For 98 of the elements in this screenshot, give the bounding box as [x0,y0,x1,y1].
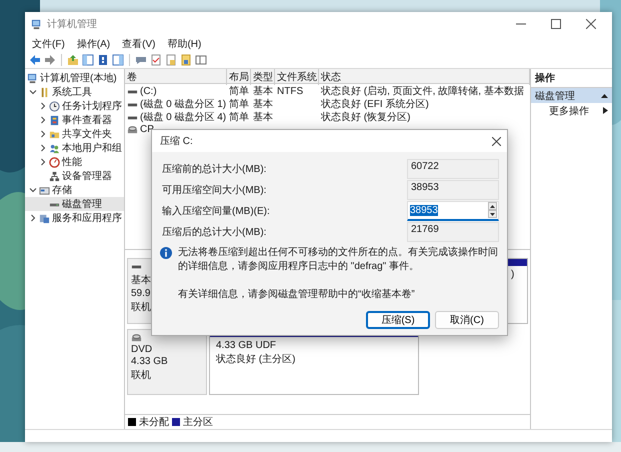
disk-info-text: 联机 [131,300,151,314]
info-icon [160,247,172,259]
chevron-icon[interactable] [39,116,47,124]
submenu-arrow-icon [603,107,608,114]
table-cell-text: 状态良好 (EFI 系统分区) [320,98,430,111]
tree-item[interactable]: 性能 [25,155,124,169]
field-label: 输入压缩空间量(MB)(E): [162,204,271,218]
users-icon [49,142,60,154]
collapse-arrow-icon [601,93,608,98]
disk-info-text: 59.9 [131,288,150,299]
computer-icon [31,18,42,30]
table-cell: (磁盘 0 磁盘分区 1) [125,97,227,111]
gauge-icon [49,156,60,168]
info-text: 无法将卷压缩到超出任何不可移动的文件所在的点。有关完成该操作时间的详细信息，请参阅应用程序日志中的 "defrag" 事件。 [178,246,499,273]
chevron-icon[interactable] [39,130,47,138]
cd-drive-icon [131,332,142,343]
close-icon[interactable] [492,136,501,146]
tree-root[interactable]: 计算机管理(本地) [25,71,124,85]
device-tree-icon [49,170,60,182]
legend-label: 未分配 [139,416,169,429]
readonly-field: 60722 [407,158,499,178]
input-field[interactable]: 38953 [407,200,499,220]
dialog-button[interactable]: 压缩(S) [366,311,430,329]
readonly-field: 21769 [407,222,499,242]
partition-text: ) [511,269,514,280]
field-label: 可用压缩空间大小(MB): [162,184,268,196]
table-cell: (磁盘 0 磁盘分区 4) [125,110,227,124]
spin-down-button[interactable] [488,210,497,218]
column-header[interactable]: 布局 [227,69,251,85]
folder-up-icon[interactable] [67,54,79,66]
storage-icon [39,184,50,196]
checklist-icon[interactable] [150,54,162,66]
back-arrow-icon[interactable] [29,54,41,66]
window-icon[interactable] [195,54,207,66]
disk-info-text: DVD [131,344,152,355]
menu-item[interactable]: 查看(V) [121,36,156,50]
table-cell-text: NTFS [276,86,304,96]
table-cell-text: 基本 [252,110,274,124]
spin-up-button[interactable] [488,202,497,210]
dialog-button[interactable]: 取消(C) [435,311,499,329]
log-book-icon [49,114,60,126]
maximize-icon [551,19,561,29]
chevron-icon[interactable] [29,186,37,194]
field-label: 压缩前的总计大小(MB): [162,162,268,176]
clock-icon [49,100,60,112]
chevron-icon[interactable] [39,144,47,152]
document-icon[interactable] [165,54,177,66]
tree-item[interactable]: 存储 [25,183,124,197]
table-cell-text: 简单 [228,98,250,111]
tree-item[interactable]: 本地用户和组 [25,141,124,155]
partition-text: 4.33 GB UDF [216,340,276,351]
forward-arrow-icon[interactable] [44,54,56,66]
services-icon [39,212,50,224]
chevron-icon[interactable] [29,88,37,96]
panel-icon[interactable] [82,54,94,66]
action-item[interactable]: 磁盘管理 [531,88,612,103]
tree-item[interactable]: 系统工具 [25,85,124,99]
table-cell-text: 简单 [228,84,250,98]
menu-item[interactable]: 帮助(H) [166,36,202,50]
table-cell-text: 基本 [252,84,274,98]
help-text: 有关详细信息，请参阅磁盘管理帮助中的“收缩基本卷” [178,288,416,301]
column-header[interactable]: 卷 [125,69,227,85]
tree-item[interactable]: 服务和应用程序 [25,211,124,225]
table-cell-text: 基本 [252,98,274,111]
cd-drive-icon [127,124,138,135]
tree-item[interactable]: 磁盘管理 [25,197,124,211]
close-icon [586,19,596,29]
readonly-field: 38953 [407,180,499,200]
menu-item[interactable]: 操作(A) [76,36,112,50]
menu-item[interactable]: 文件(F) [31,36,66,50]
chevron-icon[interactable] [39,158,47,166]
disk-info-text: 4.33 GB [131,356,168,367]
legend-label: 主分区 [183,416,213,429]
disk-info-text: 联机 [131,368,151,382]
folder-document-icon[interactable] [180,54,192,66]
disk-info-text: 基本 [131,274,151,287]
table-cell-text: 状态良好 (恢复分区) [320,110,412,124]
panel-icon[interactable] [112,54,124,66]
table-cell-text: 状态良好 (启动, 页面文件, 故障转储, 基本数据 [320,84,525,98]
tree-item[interactable]: 事件查看器 [25,113,124,127]
column-header[interactable]: 类型 [251,69,275,85]
tree-item[interactable]: 共享文件夹 [25,127,124,141]
dialog-title: 压缩 C: [160,134,194,148]
tree-item[interactable]: 设备管理器 [25,169,124,183]
chevron-icon[interactable] [39,102,47,110]
chevron-icon[interactable] [29,214,37,222]
caret-down-icon [490,212,495,216]
table-cell-text: 简单 [228,110,250,124]
column-header[interactable]: 文件系统 [275,69,319,85]
window-title: 计算机管理 [47,18,98,31]
tree-item[interactable]: 任务计划程序 [25,99,124,113]
caret-up-icon [490,204,495,208]
column-header[interactable]: 状态 [319,69,530,85]
table-cell: (C:) [125,86,227,96]
computer-icon [27,72,38,84]
partition-text: 状态良好 (主分区) [216,352,296,366]
field-label: 压缩后的总计大小(MB): [162,226,268,238]
action-item[interactable]: 更多操作 [531,103,612,118]
